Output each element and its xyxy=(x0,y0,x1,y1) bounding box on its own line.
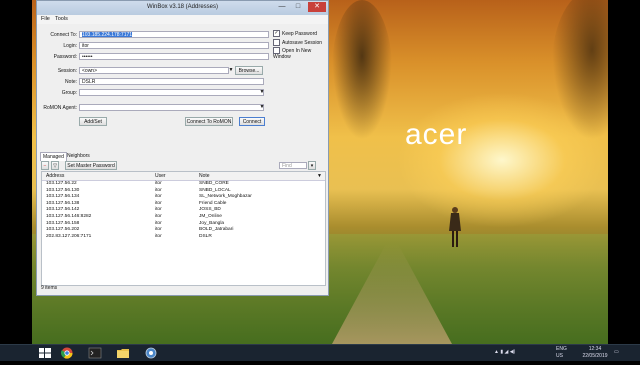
cell-address: 103.127.56.202 xyxy=(46,227,80,233)
windows-start-icon[interactable] xyxy=(38,347,52,359)
tab-neighbors[interactable]: Neighbors xyxy=(65,152,92,160)
keep-password-checkbox[interactable]: ✓ Keep Password xyxy=(273,30,317,37)
cell-address: 103.127.56.142 xyxy=(46,207,80,213)
cell-address: 202.83.127.206:7171 xyxy=(46,233,92,239)
tray-icons[interactable]: ▲ ▮ ◢ ◀) xyxy=(494,349,515,365)
find-input[interactable]: Find xyxy=(279,162,307,169)
keep-password-label: Keep Password xyxy=(282,30,318,37)
connect-to-field[interactable]: 103.185.224.178:7171 xyxy=(79,31,269,38)
date-text: 22/05/2019 xyxy=(582,353,608,359)
desktop-logo: acer xyxy=(405,118,468,151)
romon-agent-field[interactable] xyxy=(79,104,264,111)
status-bar: 9 items xyxy=(41,285,58,291)
find-placeholder: Find xyxy=(282,163,292,169)
wallpaper-tree xyxy=(332,0,392,140)
minus-icon: − xyxy=(43,163,47,169)
table-row[interactable]: 202.83.127.206:7171 itor DSLR xyxy=(42,234,325,241)
winbox-window: WinBox v3.18 (Addresses) — □ ✕ File Tool… xyxy=(36,0,329,296)
title-bar[interactable]: WinBox v3.18 (Addresses) — □ ✕ xyxy=(37,1,328,15)
notification-icon[interactable]: ▭ xyxy=(614,349,619,365)
session-field[interactable]: <own> xyxy=(79,67,229,74)
cell-address: 103.127.56.22 xyxy=(46,181,77,186)
column-address[interactable]: Address xyxy=(46,173,64,179)
connect-to-value: 103.185.224.178:7171 xyxy=(82,32,133,38)
session-label: Session: xyxy=(57,68,77,74)
connect-to-label: Connect To: xyxy=(50,32,77,38)
browse-button[interactable]: Browse... xyxy=(235,66,263,75)
session-dropdown-icon[interactable]: ▼ xyxy=(228,67,234,73)
password-field[interactable]: •••••• xyxy=(79,53,269,60)
group-dropdown-icon[interactable]: ▼ xyxy=(259,89,265,95)
cell-address: 103.127.56.134 xyxy=(46,194,80,200)
open-new-window-checkbox[interactable]: Open In New Window xyxy=(273,47,328,60)
cell-user: itor xyxy=(155,207,162,213)
filter-button[interactable]: ▽ xyxy=(51,161,59,170)
cell-note: SNBD_CORE xyxy=(199,181,229,186)
taskbar: ▲ ▮ ◢ ◀) ENG US 12:34 22/05/2019 ▭ xyxy=(0,344,640,361)
time-text: 12:34 xyxy=(588,346,602,352)
winbox-taskbar-icon[interactable] xyxy=(144,347,158,359)
cell-note: DSLR xyxy=(199,233,212,239)
close-button[interactable]: ✕ xyxy=(308,2,326,12)
table-row[interactable]: 103.127.56.146:8282 itor JM_Online xyxy=(42,214,325,221)
checkbox-box xyxy=(273,39,280,46)
add-set-button[interactable]: Add/Set xyxy=(79,117,107,126)
note-field[interactable]: DSLR xyxy=(79,78,264,85)
cell-user: itor xyxy=(155,181,162,186)
connect-to-romon-button[interactable]: Connect To RoMON xyxy=(185,117,233,126)
romon-agent-dropdown-icon[interactable]: ▼ xyxy=(259,104,265,110)
remove-button[interactable]: − xyxy=(41,161,49,170)
connect-button[interactable]: Connect xyxy=(239,117,265,126)
tab-managed[interactable]: Managed xyxy=(40,152,67,161)
note-label: Note: xyxy=(65,79,77,85)
addresses-table: Address User Note ▼ 103.127.56.22 itor SNB… xyxy=(41,171,326,286)
password-label: Password: xyxy=(53,54,77,60)
wallpaper-tree-right xyxy=(552,0,608,140)
cell-note: JM_Online xyxy=(199,214,222,219)
cell-address: 103.127.56.146:8282 xyxy=(46,214,92,219)
table-row[interactable]: 103.127.56.130 itor SNBD_LOCAL xyxy=(42,188,325,195)
chrome-icon[interactable] xyxy=(60,347,74,359)
table-row[interactable]: 103.127.56.22 itor SNBD_CORE xyxy=(42,181,325,188)
cell-user: itor xyxy=(155,227,162,233)
login-label: Login: xyxy=(63,43,77,49)
menu-file[interactable]: File xyxy=(41,16,50,22)
autosave-session-label: Autosave Session xyxy=(282,39,323,46)
cell-user: itor xyxy=(155,214,162,219)
cell-note: SL_Network_Moghbazar xyxy=(199,194,252,200)
column-note[interactable]: Note xyxy=(199,173,210,179)
checkbox-box xyxy=(273,47,280,54)
find-options-button[interactable]: ▾ xyxy=(308,161,316,170)
set-master-password-button[interactable]: Set Master Password xyxy=(65,161,117,170)
wallpaper-figure xyxy=(449,207,461,247)
table-row[interactable]: 103.127.56.134 itor SL_Network_Moghbazar xyxy=(42,194,325,201)
filter-icon: ▽ xyxy=(53,163,57,169)
cell-user: itor xyxy=(155,233,162,239)
maximize-button[interactable]: □ xyxy=(291,2,305,12)
table-row[interactable]: 103.127.56.142 itor JOSS_BD xyxy=(42,207,325,214)
cell-note: BOLD_Jatrabari xyxy=(199,227,234,233)
autosave-session-checkbox[interactable]: Autosave Session xyxy=(273,39,322,46)
group-label: Group: xyxy=(61,90,77,96)
cell-note: JOSS_BD xyxy=(199,207,221,213)
terminal-icon[interactable] xyxy=(88,347,102,359)
group-field[interactable] xyxy=(79,89,264,96)
cell-user: itor xyxy=(155,194,162,200)
menu-tools[interactable]: Tools xyxy=(55,16,68,22)
table-row[interactable]: 103.127.56.202 itor BOLD_Jatrabari xyxy=(42,227,325,234)
login-field[interactable]: itor xyxy=(79,42,269,49)
table-row[interactable]: 103.127.56.138 itor Friend Cable xyxy=(42,201,325,208)
column-menu-icon[interactable]: ▼ xyxy=(317,173,322,179)
table-row[interactable]: 103.127.56.158 itor Joy_Bangla xyxy=(42,221,325,228)
table-header: Address User Note ▼ xyxy=(42,172,325,181)
menu-bar: File Tools xyxy=(37,15,328,24)
lang-text: ENG xyxy=(556,346,567,352)
check-icon: ✓ xyxy=(273,30,280,37)
file-explorer-icon[interactable] xyxy=(116,347,130,359)
column-user[interactable]: User xyxy=(155,173,166,179)
minimize-button[interactable]: — xyxy=(275,2,289,12)
region-text: US xyxy=(556,353,563,359)
romon-agent-label: RoMON Agent: xyxy=(43,105,77,111)
